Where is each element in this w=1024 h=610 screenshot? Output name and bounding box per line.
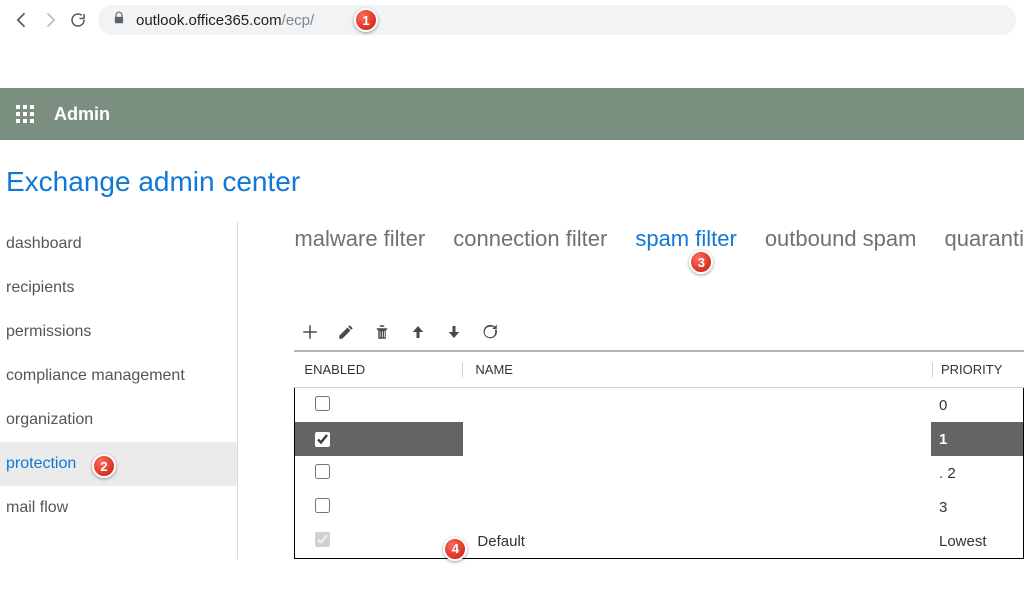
enabled-checkbox[interactable] — [315, 396, 330, 411]
tab-quarantine[interactable]: quaranti — [944, 226, 1024, 252]
add-button[interactable] — [300, 322, 320, 342]
priority-cell: 3 — [931, 499, 1023, 516]
table-row[interactable]: 3 — [295, 490, 1023, 524]
annotation-badge-2: 2 — [92, 454, 116, 478]
priority-cell: . 2 — [931, 465, 1023, 482]
enabled-checkbox[interactable] — [315, 498, 330, 513]
sidebar-item-compliance[interactable]: compliance management — [0, 354, 237, 398]
app-launcher-icon[interactable] — [16, 105, 34, 123]
sidebar-item-permissions[interactable]: permissions — [0, 310, 237, 354]
annotation-badge-1: 1 — [354, 8, 378, 32]
priority-cell: 1 — [931, 422, 1023, 456]
col-header-priority[interactable]: PRIORITY — [932, 362, 1024, 377]
name-text: Default — [477, 533, 525, 550]
tab-connection-filter[interactable]: connection filter — [453, 226, 607, 252]
refresh-button[interactable] — [480, 322, 500, 342]
reload-button[interactable] — [64, 6, 92, 34]
name-cell: 4 Default — [463, 533, 931, 550]
tab-outbound-spam[interactable]: outbound spam — [765, 226, 917, 252]
priority-cell: 0 — [931, 397, 1023, 414]
edit-button[interactable] — [336, 322, 356, 342]
tab-label: spam filter — [635, 226, 736, 251]
col-header-enabled[interactable]: ENABLED — [294, 362, 462, 377]
lock-icon — [112, 11, 126, 29]
priority-cell: Lowest — [931, 533, 1023, 550]
back-button[interactable] — [8, 6, 36, 34]
browser-chrome: outlook.office365.com/ecp/ 1 — [0, 0, 1024, 40]
enabled-checkbox[interactable] — [315, 432, 330, 447]
sidebar-item-protection[interactable]: protection 2 — [0, 442, 237, 486]
suite-header: Admin — [0, 88, 1024, 140]
table-row[interactable]: . 2 — [295, 456, 1023, 490]
url-text: outlook.office365.com/ecp/ — [136, 12, 314, 29]
sidebar-item-label: protection — [6, 455, 76, 472]
enabled-checkbox[interactable] — [315, 464, 330, 479]
annotation-badge-3: 3 — [689, 250, 713, 274]
annotation-badge-4: 4 — [443, 537, 467, 561]
sidebar-item-dashboard[interactable]: dashboard — [0, 222, 237, 266]
page-title: Exchange admin center — [0, 140, 1024, 222]
suite-brand: Admin — [54, 104, 110, 125]
tab-strip: malware filter connection filter spam fi… — [294, 222, 1024, 252]
move-up-button[interactable] — [408, 322, 428, 342]
table-row[interactable]: 4 Default Lowest — [295, 524, 1023, 558]
table-row[interactable]: 0 — [295, 388, 1023, 422]
col-header-name[interactable]: NAME — [462, 362, 932, 377]
sidebar-nav: dashboard recipients permissions complia… — [0, 222, 238, 559]
sidebar-item-mailflow[interactable]: mail flow — [0, 486, 237, 530]
table-header: ENABLED NAME PRIORITY — [294, 352, 1024, 388]
tab-malware-filter[interactable]: malware filter — [294, 226, 425, 252]
move-down-button[interactable] — [444, 322, 464, 342]
address-bar[interactable]: outlook.office365.com/ecp/ 1 — [98, 5, 1016, 35]
sidebar-item-organization[interactable]: organization — [0, 398, 237, 442]
policy-table: ENABLED NAME PRIORITY 0 1 . — [294, 350, 1024, 559]
content-pane: malware filter connection filter spam fi… — [238, 222, 1024, 559]
list-toolbar — [294, 322, 1024, 342]
forward-button[interactable] — [36, 6, 64, 34]
sidebar-item-recipients[interactable]: recipients — [0, 266, 237, 310]
table-body: 0 1 . 2 3 — [294, 388, 1024, 559]
delete-button[interactable] — [372, 322, 392, 342]
table-row[interactable]: 1 — [295, 422, 1023, 456]
enabled-checkbox — [315, 532, 330, 547]
tab-spam-filter[interactable]: spam filter 3 — [635, 226, 736, 252]
